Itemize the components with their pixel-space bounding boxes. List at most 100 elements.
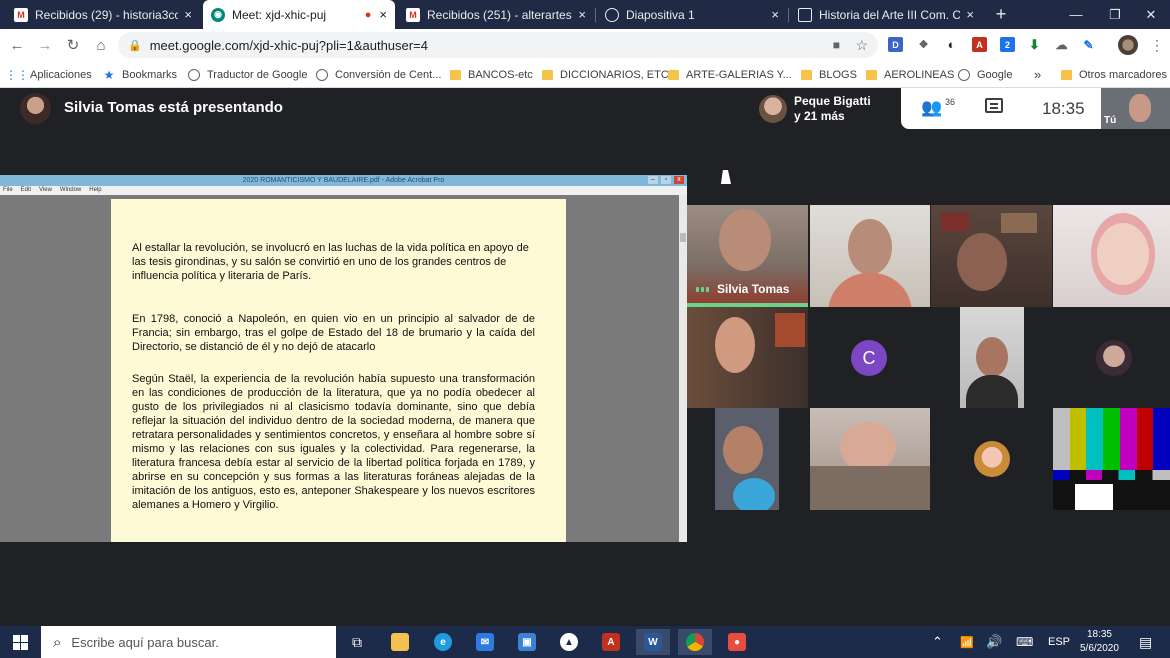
taskbar-clock[interactable]: 18:35 5/6/2020 [1080, 626, 1119, 658]
store-icon[interactable]: ▣ [510, 629, 544, 655]
bookmark-traductor[interactable]: Traductor de Google [188, 66, 307, 83]
participants-chip[interactable]: Peque Bigatti y 21 más [753, 88, 901, 129]
minimize-button[interactable]: — [1054, 0, 1098, 29]
close-icon[interactable]: × [184, 7, 192, 22]
edge-icon[interactable]: e [426, 629, 460, 655]
touch-keyboard-icon[interactable]: ⌨ [1016, 626, 1033, 658]
video-tile[interactable] [810, 408, 930, 510]
minimize-icon: – [648, 176, 658, 184]
browser-tab-strip: M Recibidos (29) - historia3comc × ◉ Mee… [0, 0, 1170, 29]
bookmark-bancos[interactable]: BANCOS-etc [450, 66, 533, 83]
bookmark-bookmarks[interactable]: ★ Bookmarks [103, 66, 177, 83]
bookmark-blogs[interactable]: BLOGS [801, 66, 857, 83]
pdf-paragraph: En 1798, conoció a Napoleón, en quien vi… [132, 313, 535, 353]
bookmark-conversion[interactable]: Conversión de Cent... [316, 66, 441, 83]
chrome-icon[interactable] [678, 629, 712, 655]
bookmark-otros-marcadores[interactable]: Otros marcadores [1061, 66, 1167, 83]
bookmark-arte-galerias[interactable]: ARTE-GALERIAS Y... [668, 66, 792, 83]
gmail-icon: M [14, 7, 28, 22]
clock-date: 5/6/2020 [1080, 643, 1119, 654]
back-button[interactable]: ← [6, 34, 28, 56]
bookmark-aplicaciones[interactable]: ⋮⋮ Aplicaciones [5, 66, 92, 83]
close-icon[interactable]: × [966, 7, 974, 22]
profile-avatar[interactable] [1118, 35, 1138, 55]
extension-d-icon[interactable]: D [888, 37, 903, 52]
close-icon[interactable]: × [578, 7, 586, 22]
start-button[interactable] [0, 626, 40, 658]
dark-mode-icon[interactable]: ◐ [944, 37, 959, 52]
cloud-icon[interactable]: ☁ [1054, 37, 1069, 52]
chat-icon[interactable] [985, 98, 1003, 113]
tab-diapositiva[interactable]: Diapositiva 1 × [597, 0, 787, 29]
video-tile[interactable] [1053, 307, 1170, 408]
participant-face [715, 317, 755, 373]
tab-historia-del-arte[interactable]: Historia del Arte III Com. C Co × [790, 0, 982, 29]
tab-separator [788, 8, 789, 22]
video-tile-silvia-tomas[interactable]: Silvia Tomas [687, 205, 808, 307]
screen-recorder-icon[interactable]: ● [720, 629, 754, 655]
bookmark-diccionarios[interactable]: DICCIONARIOS, ETC [542, 66, 669, 83]
gmail-icon: M [406, 7, 420, 22]
photos-icon[interactable]: ▲ [552, 629, 586, 655]
bookmarks-overflow-button[interactable]: » [1034, 66, 1041, 83]
reload-button[interactable]: ↻ [62, 34, 84, 56]
close-icon[interactable]: × [379, 7, 387, 22]
mail-icon[interactable]: ✉ [468, 629, 502, 655]
close-window-button[interactable]: ✕ [1132, 0, 1170, 29]
volume-icon[interactable]: 🔊 [986, 626, 1002, 658]
menu-icon[interactable]: ⋮ [1146, 34, 1168, 56]
video-tile-color-bars[interactable] [1053, 408, 1170, 510]
new-tab-button[interactable]: + [986, 0, 1016, 29]
notifications-icon[interactable]: ▤ [1139, 626, 1152, 658]
participant-face [719, 209, 771, 271]
video-tile[interactable] [687, 307, 808, 408]
folder-icon [866, 69, 877, 80]
participant-face [723, 426, 763, 474]
pen-icon[interactable]: ✎ [1081, 37, 1096, 52]
maximize-button[interactable]: ❐ [1093, 0, 1137, 29]
video-tile[interactable] [715, 408, 779, 510]
tab-gmail-recibidos-29[interactable]: M Recibidos (29) - historia3comc × [6, 0, 200, 29]
tab-gmail-recibidos-251[interactable]: M Recibidos (251) - alterartes@g × [398, 0, 594, 29]
dropbox-icon[interactable]: ❖ [916, 37, 931, 52]
video-tile[interactable] [810, 205, 930, 307]
self-view-tile[interactable]: Tú [1101, 88, 1170, 129]
taskbar-search-box[interactable]: ⌕ Escribe aquí para buscar. [41, 626, 336, 658]
video-tile-c[interactable]: C [810, 307, 930, 408]
download-icon[interactable]: ⬇ [1027, 37, 1042, 52]
menu-edit: Edit [20, 187, 32, 193]
language-indicator[interactable]: ESP [1048, 626, 1070, 658]
bookmark-star-icon[interactable]: ☆ [855, 37, 868, 54]
task-view-icon[interactable]: ⧉ [340, 629, 374, 655]
bookmark-google[interactable]: Google [958, 66, 1012, 83]
people-icon[interactable]: 👥 [921, 98, 942, 118]
globe-icon [316, 68, 328, 81]
file-explorer-icon[interactable] [383, 629, 417, 655]
windows-taskbar: ⌕ Escribe aquí para buscar. ⧉ e ✉ ▣ ▲ A … [0, 626, 1170, 658]
show-hidden-icons[interactable]: ⌃ [932, 626, 943, 658]
home-button[interactable]: ⌂ [90, 34, 112, 56]
color-bars-white [1075, 484, 1113, 510]
apps-icon: ⋮⋮ [5, 67, 29, 82]
video-tile[interactable] [960, 307, 1024, 408]
video-tile[interactable] [931, 408, 1052, 510]
audio-level-icon [696, 286, 709, 292]
tab-meet[interactable]: ◉ Meet: xjd-xhic-puj ● × [203, 0, 395, 29]
pdf-paragraph: Al estallar la revolución, se involucró … [132, 242, 529, 282]
presenter-status: Silvia Tomas está presentando [64, 99, 283, 116]
address-bar[interactable]: 🔒 meet.google.com/xjd-xhic-puj?pli=1&aut… [118, 32, 878, 58]
bookmark-aerolineas[interactable]: AEROLINEAS [866, 66, 954, 83]
network-icon[interactable]: 📶 [960, 626, 974, 658]
acrobat-extension-icon[interactable]: A [972, 37, 987, 52]
tab-title: Meet: xjd-xhic-puj [232, 7, 327, 22]
participant-body [966, 375, 1018, 408]
forward-button[interactable]: → [34, 34, 56, 56]
camera-icon[interactable]: ■ [833, 38, 840, 52]
word-icon[interactable]: W [636, 629, 670, 655]
video-tile[interactable] [1053, 205, 1170, 307]
video-tile[interactable] [931, 205, 1052, 307]
extension-2-icon[interactable]: 2 [1000, 37, 1015, 52]
acrobat-icon[interactable]: A [594, 629, 628, 655]
close-icon[interactable]: × [771, 7, 779, 22]
meet-icon: ◉ [211, 7, 225, 22]
